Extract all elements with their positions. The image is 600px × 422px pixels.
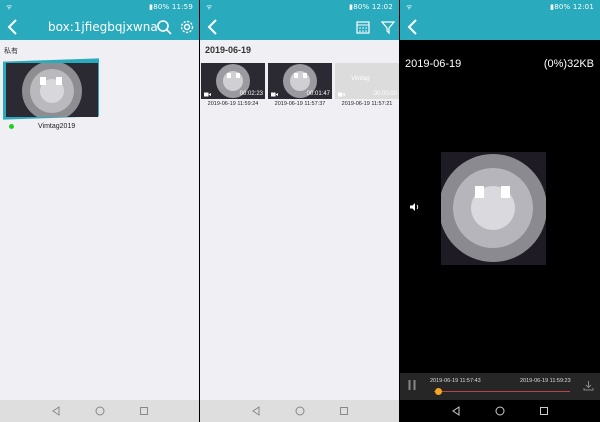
video-camera-icon <box>338 92 345 97</box>
playback-controls: 2019-06-19 11:57:43 2019-06-19 11:59:23 <box>400 373 600 400</box>
page-title: box:1jfiegbqjxwna <box>48 20 158 34</box>
device-name: Vimtag2019 <box>38 123 76 130</box>
recordings-screen: ᯤ ▮80% 12:02 2019-06-19 00:02:23 2019-06… <box>200 0 399 422</box>
battery-indicator: ▮80% <box>550 3 571 11</box>
recording-clip[interactable]: Vimtag 00:00:00 2019-06-19 11:57:21 <box>335 63 399 109</box>
clip-duration: 00:01:47 <box>306 91 330 97</box>
top-bar: ᯤ ▮80% 12:01 <box>400 0 600 40</box>
download-progress: (0%)32KB <box>543 58 594 70</box>
back-arrow-icon[interactable] <box>204 17 222 37</box>
video-camera-icon <box>271 92 278 97</box>
clip-timestamp: 2019-06-19 11:57:37 <box>274 101 326 107</box>
video-camera-icon <box>204 92 211 97</box>
nav-home-icon[interactable] <box>294 405 306 417</box>
clock: 11:59 <box>171 3 193 11</box>
fisheye-preview-image <box>6 63 98 117</box>
android-nav-bar <box>200 400 399 422</box>
top-bar: ᯤ ▮80% 11:59 box:1jfiegbqjxwna <box>0 0 199 40</box>
recording-clip[interactable]: 00:01:47 2019-06-19 11:57:37 <box>268 63 332 109</box>
signal-icon: ᯤ <box>6 3 13 11</box>
status-bar: ᯤ ▮80% 12:01 <box>400 0 600 15</box>
signal-icon: ᯤ <box>206 3 213 11</box>
end-time: 2019-06-19 11:59:23 <box>520 378 571 384</box>
pause-icon[interactable] <box>408 380 416 390</box>
seek-handle[interactable] <box>434 388 442 395</box>
status-bar: ᯤ ▮80% 11:59 <box>0 0 199 15</box>
video-player[interactable] <box>441 152 546 265</box>
speaker-icon[interactable] <box>409 202 421 212</box>
android-nav-bar <box>0 400 199 422</box>
seek-track[interactable] <box>434 391 570 392</box>
online-status-dot <box>9 124 14 129</box>
fisheye-video-frame <box>441 152 546 265</box>
camera-thumbnail <box>6 63 98 117</box>
section-label: 私有 <box>4 47 18 55</box>
back-arrow-icon[interactable] <box>4 17 22 37</box>
nav-recents-icon[interactable] <box>538 405 550 417</box>
status-bar: ᯤ ▮80% 12:02 <box>200 0 399 15</box>
nav-home-icon[interactable] <box>94 405 106 417</box>
playback-screen: ᯤ ▮80% 12:01 2019-06-19 (0%)32KB 2019-06… <box>400 0 600 422</box>
clip-timestamp: 2019-06-19 11:59:24 <box>207 101 259 107</box>
nav-recents-icon[interactable] <box>138 405 150 417</box>
back-arrow-icon[interactable] <box>404 17 422 37</box>
nav-back-icon[interactable] <box>50 405 62 417</box>
search-icon[interactable] <box>156 19 172 35</box>
battery-indicator: ▮80% <box>149 3 170 11</box>
signal-icon: ᯤ <box>406 3 413 11</box>
brand-watermark: Vimtag <box>351 76 370 82</box>
clock: 12:01 <box>572 3 594 11</box>
calendar-icon[interactable] <box>355 19 371 35</box>
nav-home-icon[interactable] <box>494 405 506 417</box>
nav-back-icon[interactable] <box>450 405 462 417</box>
download-icon[interactable] <box>583 380 594 391</box>
android-nav-bar <box>400 400 600 422</box>
start-time: 2019-06-19 11:57:43 <box>430 378 481 384</box>
recording-clip[interactable]: 00:02:23 2019-06-19 11:59:24 <box>201 63 265 109</box>
device-card[interactable] <box>3 58 99 120</box>
date-header: 2019-06-19 <box>205 45 252 55</box>
nav-back-icon[interactable] <box>250 405 262 417</box>
clip-duration: 00:00:00 <box>373 91 397 97</box>
top-bar: ᯤ ▮80% 12:02 <box>200 0 399 40</box>
clip-timestamp: 2019-06-19 11:57:21 <box>341 101 393 107</box>
battery-indicator: ▮80% <box>349 3 370 11</box>
filter-icon[interactable] <box>380 19 396 35</box>
clip-duration: 00:02:23 <box>239 91 263 97</box>
device-list-screen: ᯤ ▮80% 11:59 box:1jfiegbqjxwna 私有 Vimtag… <box>0 0 199 422</box>
nav-recents-icon[interactable] <box>338 405 350 417</box>
playback-date: 2019-06-19 <box>405 58 462 70</box>
gear-icon[interactable] <box>179 19 195 35</box>
clock: 12:02 <box>371 3 393 11</box>
